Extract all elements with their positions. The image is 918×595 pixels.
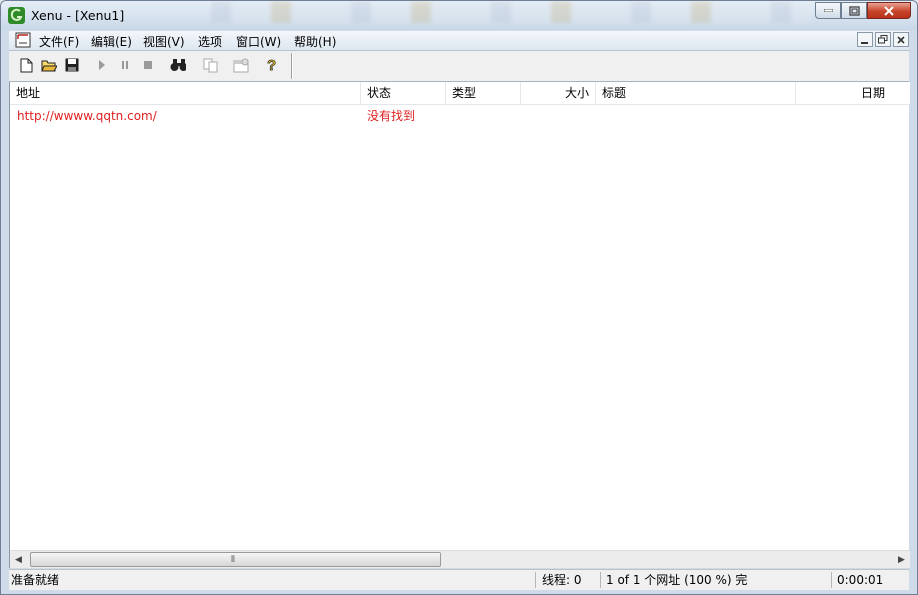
mdi-minimize-button[interactable] <box>857 32 873 47</box>
toolbar: ? <box>9 51 909 82</box>
menu-view[interactable]: 视图(V) <box>143 33 185 50</box>
open-button[interactable] <box>41 57 57 73</box>
new-button[interactable] <box>18 57 34 73</box>
status-divider <box>600 572 601 588</box>
minimize-icon <box>861 41 868 44</box>
restore-icon <box>878 35 888 44</box>
save-icon <box>65 58 79 72</box>
menu-options[interactable]: 选项 <box>198 33 222 50</box>
properties-icon <box>233 58 249 72</box>
close-icon <box>884 5 894 16</box>
status-divider <box>535 572 536 588</box>
close-button[interactable] <box>867 2 911 19</box>
status-divider <box>831 572 832 588</box>
mdi-controls <box>857 32 909 47</box>
cell-address: http://wwww.qqtn.com/ <box>17 109 157 123</box>
xenu-app-icon <box>8 7 25 24</box>
minimize-icon <box>823 9 833 12</box>
copy-icon <box>203 58 218 72</box>
help-icon: ? <box>267 57 277 73</box>
menu-bar: 文件(F) 编辑(E) 视图(V) 选项 窗口(W) 帮助(H) <box>9 31 909 51</box>
find-icon <box>170 59 186 71</box>
menu-help[interactable]: 帮助(H) <box>294 33 336 50</box>
menu-edit[interactable]: 编辑(E) <box>91 33 132 50</box>
title-bar[interactable]: Xenu - [Xenu1] <box>1 1 917 30</box>
scrollbar-grip-icon: ⦀ <box>231 555 236 565</box>
find-button[interactable] <box>170 57 186 73</box>
column-header-status[interactable]: 状态 <box>361 82 446 104</box>
status-ready: 准备就绪 <box>11 573 60 587</box>
toolbar-separator <box>291 53 292 79</box>
column-header-type[interactable]: 类型 <box>446 82 521 104</box>
restore-icon <box>848 5 860 16</box>
status-progress: 1 of 1 个网址 (100 %) 完 <box>606 573 748 587</box>
column-header-size[interactable]: 大小 <box>521 82 596 104</box>
window-controls <box>815 2 911 21</box>
status-time: 0:00:01 <box>837 573 884 587</box>
save-button[interactable] <box>64 57 80 73</box>
menu-window[interactable]: 窗口(W) <box>236 33 281 50</box>
mdi-close-button[interactable] <box>893 32 909 47</box>
properties-button[interactable] <box>233 57 249 73</box>
minimize-button[interactable] <box>815 2 841 19</box>
column-header-title[interactable]: 标题 <box>596 82 796 104</box>
scrollbar-thumb[interactable]: ⦀ <box>30 552 441 567</box>
new-icon <box>20 58 32 72</box>
status-threads: 线程: 0 <box>542 573 582 587</box>
help-button[interactable]: ? <box>264 57 280 73</box>
results-list[interactable]: 地址 状态 类型 大小 标题 日期 http://wwww.qqtn.com/ … <box>9 82 910 568</box>
cell-status: 没有找到 <box>367 109 416 123</box>
menu-file[interactable]: 文件(F) <box>39 33 79 50</box>
scroll-right-arrow-icon[interactable]: ▶ <box>898 555 905 565</box>
open-icon <box>41 60 57 72</box>
restore-button[interactable] <box>841 2 867 19</box>
app-window: Xenu - [Xenu1] 文件(F) 编辑(E) 视图(V) 选项 窗口(W… <box>0 0 918 595</box>
stop-icon <box>144 61 152 69</box>
document-icon[interactable] <box>15 32 31 48</box>
table-row[interactable]: http://wwww.qqtn.com/ 没有找到 <box>10 106 910 126</box>
copy-button[interactable] <box>203 57 219 73</box>
background-blur <box>211 1 811 23</box>
horizontal-scrollbar[interactable]: ◀ ⦀ ▶ <box>10 550 910 568</box>
scroll-left-arrow-icon[interactable]: ◀ <box>15 555 22 565</box>
status-bar: 准备就绪 线程: 0 1 of 1 个网址 (100 %) 完 0:00:01 <box>9 569 909 590</box>
play-icon <box>99 60 105 70</box>
pause-icon <box>122 61 128 69</box>
column-headers: 地址 状态 类型 大小 标题 日期 <box>10 82 910 105</box>
window-title: Xenu - [Xenu1] <box>31 8 125 23</box>
svg-text:?: ? <box>267 57 276 73</box>
pause-button[interactable] <box>117 57 133 73</box>
stop-button[interactable] <box>140 57 156 73</box>
close-icon <box>897 35 905 44</box>
column-header-date[interactable]: 日期 <box>796 82 891 104</box>
start-button[interactable] <box>94 57 110 73</box>
mdi-restore-button[interactable] <box>875 32 891 47</box>
column-header-address[interactable]: 地址 <box>10 82 361 104</box>
